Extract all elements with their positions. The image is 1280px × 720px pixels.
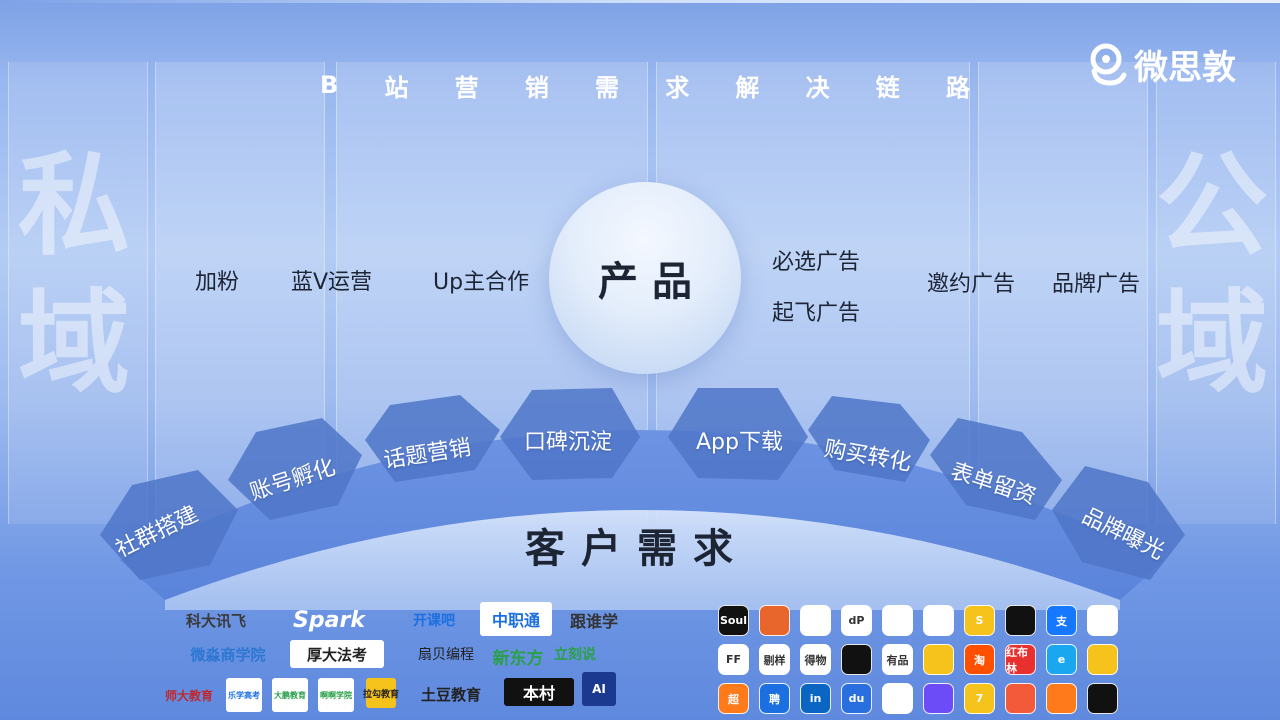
app-icon <box>1005 605 1036 636</box>
client-logo: 拉勾教育 <box>363 678 399 708</box>
app-icon <box>923 683 954 714</box>
app-icon <box>800 605 831 636</box>
app-icon <box>759 605 790 636</box>
step-label: App下载 <box>696 430 783 455</box>
client-logo: 师大教育 <box>165 688 214 703</box>
client-logo: 新东方 <box>492 648 544 669</box>
client-logo: 立刻说 <box>554 647 596 663</box>
app-icon <box>841 644 872 675</box>
client-logo: 开课吧 <box>413 613 455 629</box>
app-icon: S <box>964 605 995 636</box>
client-logo: Spark <box>293 607 365 633</box>
app-icon: 剔样 <box>759 644 790 675</box>
app-icon: Soul <box>718 605 749 636</box>
client-logo: 土豆教育 <box>420 685 481 704</box>
step-label: 口碑沉淀 <box>524 430 613 455</box>
app-icon <box>1087 683 1118 714</box>
client-logo: AI <box>582 672 616 706</box>
client-logo: 大鹏教育 <box>272 678 308 712</box>
app-icon <box>923 605 954 636</box>
app-icon: du <box>841 683 872 714</box>
app-icon <box>1005 683 1036 714</box>
app-icon: 聘 <box>759 683 790 714</box>
app-icon <box>882 605 913 636</box>
client-logo: 厚大法考 <box>290 640 384 668</box>
client-logo: 乐学高考 <box>226 678 262 712</box>
app-icon: 支 <box>1046 605 1077 636</box>
app-icon: 超 <box>718 683 749 714</box>
app-icon: 得物 <box>800 644 831 675</box>
app-icon: 淘 <box>964 644 995 675</box>
app-icon: 7 <box>964 683 995 714</box>
app-icon <box>1046 683 1077 714</box>
customer-demand: 客户需求 <box>525 526 749 572</box>
client-logo: 微淼商学院 <box>190 645 266 664</box>
client-logos: 科大讯飞 Spark 开课吧 中职通 跟谁学 微淼商学院 厚大法考 扇贝编程 新… <box>165 600 636 715</box>
client-logo: 科大讯飞 <box>185 611 246 630</box>
app-icon: FF <box>718 644 749 675</box>
client-logo: 跟谁学 <box>569 612 618 631</box>
app-icon: 红布林 <box>1005 644 1036 675</box>
app-icon <box>923 644 954 675</box>
client-logo: 扇贝编程 <box>418 647 474 663</box>
app-icon: e <box>1046 644 1077 675</box>
client-logo: 中职通 <box>480 602 552 636</box>
app-icon: 有品 <box>882 644 913 675</box>
app-icon: in <box>800 683 831 714</box>
client-logo: 本村 <box>504 678 574 706</box>
app-icon: dP <box>841 605 872 636</box>
app-icon <box>882 683 913 714</box>
app-icon <box>1087 644 1118 675</box>
client-logo: 啊啊学院 <box>318 678 354 712</box>
app-icon <box>1087 605 1118 636</box>
